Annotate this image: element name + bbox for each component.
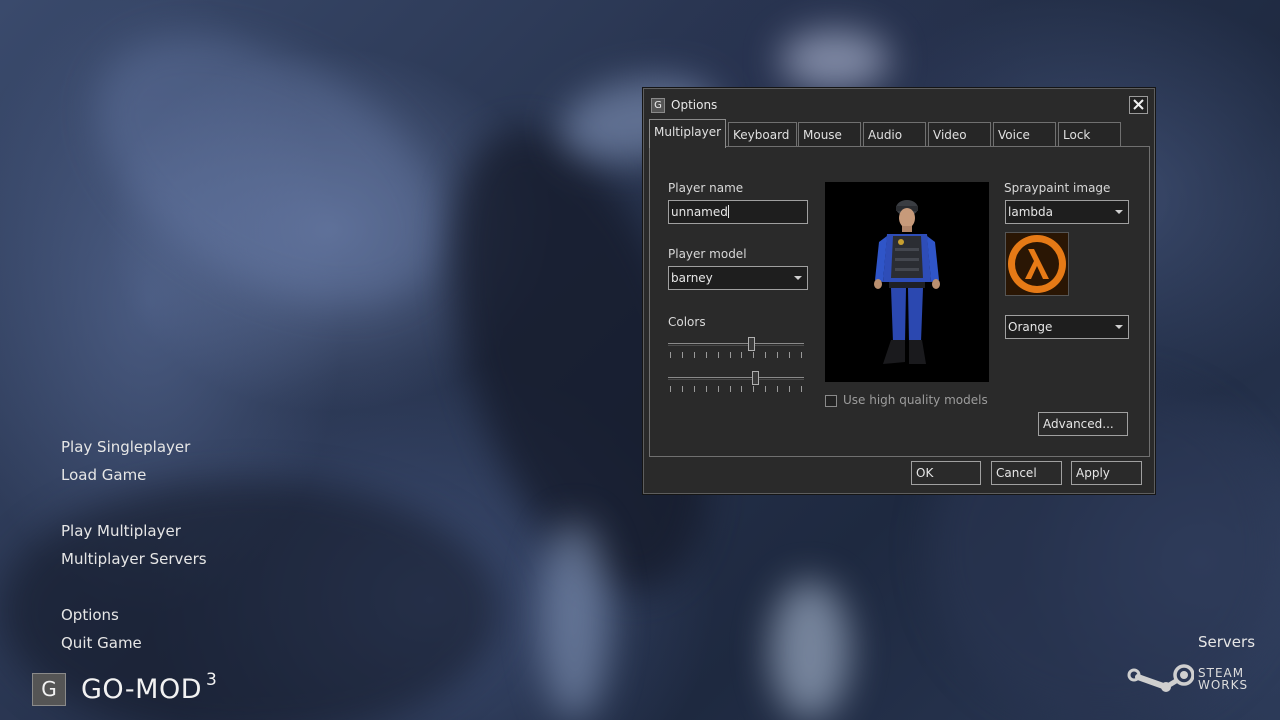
chevron-down-icon xyxy=(1115,210,1123,214)
ok-button[interactable]: OK xyxy=(911,461,981,485)
background-blur-shape xyxy=(540,520,610,720)
chevron-down-icon xyxy=(1115,325,1123,329)
player-name-value: unnamed xyxy=(671,205,728,219)
apply-button[interactable]: Apply xyxy=(1071,461,1142,485)
slider-tick xyxy=(694,386,695,392)
close-button[interactable] xyxy=(1129,96,1148,114)
tab-voice[interactable]: Voice xyxy=(993,122,1056,146)
high-quality-models-label: Use high quality models xyxy=(843,393,988,407)
slider-tick xyxy=(730,352,731,358)
spraypaint-value: lambda xyxy=(1008,205,1053,219)
high-quality-models-checkbox[interactable] xyxy=(825,395,837,407)
tab-lock[interactable]: Lock xyxy=(1058,122,1121,146)
logo-version: 3 xyxy=(206,670,218,690)
tab-video[interactable]: Video xyxy=(928,122,991,146)
spraypaint-label: Spraypaint image xyxy=(1004,181,1111,195)
logo-name: GO-MOD xyxy=(81,674,203,705)
background-blur-shape xyxy=(780,30,890,90)
slider-tick xyxy=(694,352,695,358)
slider-knob[interactable] xyxy=(752,371,759,385)
logo-title: GO-MOD 3 xyxy=(81,670,217,705)
spray-color-value: Orange xyxy=(1008,320,1053,334)
slider-tick xyxy=(706,386,707,392)
slider-tick xyxy=(741,352,742,358)
slider-tick xyxy=(789,386,790,392)
steam-icon xyxy=(1127,664,1194,692)
advanced-button[interactable]: Advanced... xyxy=(1038,412,1128,436)
menu-item-play-multiplayer[interactable]: Play Multiplayer xyxy=(61,520,207,548)
lambda-logo-icon xyxy=(1006,233,1068,295)
slider-tick xyxy=(765,352,766,358)
slider-tick xyxy=(777,352,778,358)
tab-keyboard[interactable]: Keyboard xyxy=(728,122,797,146)
spray-color-dropdown[interactable]: Orange xyxy=(1005,315,1129,339)
slider-tick xyxy=(777,386,778,392)
player-model-preview xyxy=(825,182,989,382)
slider-track xyxy=(668,377,804,380)
player-name-label: Player name xyxy=(668,181,744,195)
player-model-dropdown[interactable]: barney xyxy=(668,266,808,290)
slider-tick xyxy=(789,352,790,358)
menu-item-load-game[interactable]: Load Game xyxy=(61,464,207,492)
slider-tick xyxy=(801,386,802,392)
logo-icon: G xyxy=(32,673,66,706)
menu-item-play-singleplayer[interactable]: Play Singleplayer xyxy=(61,436,207,464)
close-icon xyxy=(1133,99,1144,110)
slider-tick xyxy=(730,386,731,392)
background-blur-shape xyxy=(770,580,850,720)
text-caret xyxy=(727,205,729,218)
dialog-app-icon: G xyxy=(651,98,665,113)
steamworks-logo: STEAM WORKS xyxy=(1126,663,1248,695)
slider-tick xyxy=(682,352,683,358)
menu-spacer xyxy=(61,576,207,604)
slider-tick xyxy=(753,352,754,358)
player-name-input[interactable]: unnamed xyxy=(668,200,808,224)
top-color-slider[interactable] xyxy=(668,337,804,361)
dialog-title: Options xyxy=(671,98,718,112)
slider-tick xyxy=(718,352,719,358)
spraypaint-preview xyxy=(1005,232,1069,296)
multiplayer-panel: Player name unnamed Player model barney … xyxy=(649,146,1150,457)
tab-mouse[interactable]: Mouse xyxy=(798,122,861,146)
colors-label: Colors xyxy=(668,315,706,329)
slider-knob[interactable] xyxy=(748,337,755,351)
slider-tick xyxy=(670,386,671,392)
slider-tick xyxy=(765,386,766,392)
chevron-down-icon xyxy=(794,276,802,280)
bottom-color-slider[interactable] xyxy=(668,371,804,395)
steamworks-text: STEAM WORKS xyxy=(1198,667,1248,691)
steamworks-line2: WORKS xyxy=(1198,678,1249,692)
player-model-figure xyxy=(874,200,940,364)
slider-tick xyxy=(706,352,707,358)
main-menu: Play Singleplayer Load Game Play Multipl… xyxy=(61,436,207,660)
cancel-button[interactable]: Cancel xyxy=(991,461,1062,485)
slider-tick xyxy=(801,352,802,358)
game-logo: G GO-MOD 3 xyxy=(32,670,217,706)
menu-spacer xyxy=(61,492,207,520)
slider-tick xyxy=(718,386,719,392)
slider-tick xyxy=(741,386,742,392)
menu-item-multiplayer-servers[interactable]: Multiplayer Servers xyxy=(61,548,207,576)
tab-audio[interactable]: Audio xyxy=(863,122,926,146)
player-model-value: barney xyxy=(671,271,713,285)
slider-tick xyxy=(682,386,683,392)
slider-track xyxy=(668,343,804,346)
menu-item-quit-game[interactable]: Quit Game xyxy=(61,632,207,660)
slider-tick xyxy=(753,386,754,392)
spraypaint-dropdown[interactable]: lambda xyxy=(1005,200,1129,224)
tab-multiplayer[interactable]: Multiplayer xyxy=(649,119,726,148)
menu-item-options[interactable]: Options xyxy=(61,604,207,632)
options-dialog: G Options Multiplayer Keyboard Mouse Aud… xyxy=(643,88,1155,494)
slider-tick xyxy=(670,352,671,358)
player-model-label: Player model xyxy=(668,247,747,261)
servers-link[interactable]: Servers xyxy=(1198,633,1255,651)
